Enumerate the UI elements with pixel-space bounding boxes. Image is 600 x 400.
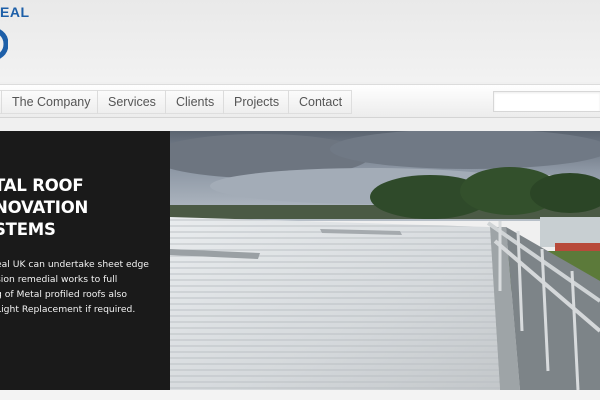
logo-text[interactable]: EAL bbox=[0, 4, 30, 20]
slider-dots bbox=[268, 394, 313, 400]
hero-heading: TAL ROOF NOVATION STEMS bbox=[0, 176, 89, 239]
company-logo-icon[interactable] bbox=[0, 24, 8, 64]
hero-slider: TAL ROOF NOVATION STEMS eal UK can under… bbox=[0, 131, 600, 390]
nav-item-projects[interactable]: Projects bbox=[223, 90, 289, 114]
nav-item-services[interactable]: Services bbox=[97, 90, 166, 114]
search-input[interactable] bbox=[493, 91, 600, 112]
main-navigation: The Company Services Clients Projects Co… bbox=[0, 84, 600, 118]
hero-body-text: eal UK can undertake sheet edge sion rem… bbox=[0, 259, 149, 315]
hero-roof-image bbox=[170, 131, 600, 390]
hero-text-panel: TAL ROOF NOVATION STEMS eal UK can under… bbox=[0, 131, 170, 390]
site-header: EAL bbox=[0, 0, 600, 82]
nav-item-clients[interactable]: Clients bbox=[165, 90, 224, 114]
nav-item-contact[interactable]: Contact bbox=[288, 90, 352, 114]
nav-item-the-company[interactable]: The Company bbox=[1, 90, 101, 114]
